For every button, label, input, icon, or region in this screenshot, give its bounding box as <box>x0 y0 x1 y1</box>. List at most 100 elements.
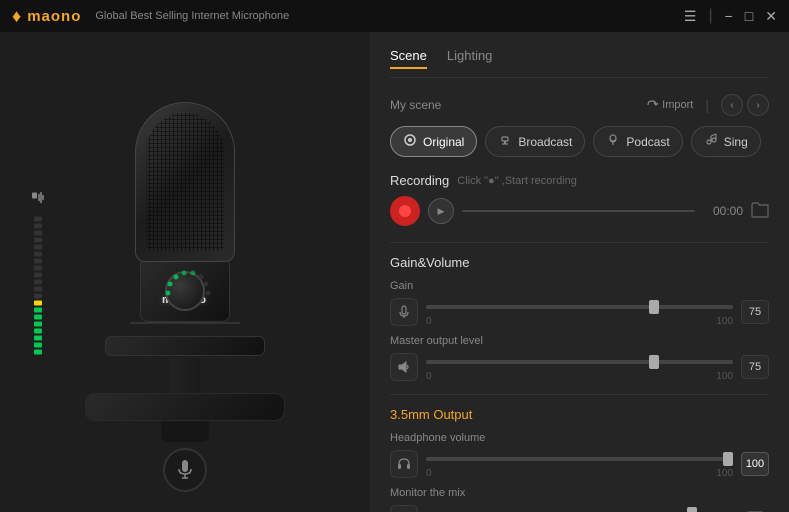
level-meter <box>30 190 46 355</box>
sing-icon <box>704 133 718 150</box>
level-bar <box>34 301 42 306</box>
nav-prev-button[interactable]: ‹ <box>721 94 743 116</box>
headphone-label: Headphone volume <box>390 432 769 444</box>
sing-label: Sing <box>724 135 748 149</box>
monitor-slider-container: 0 100 100 <box>390 503 769 512</box>
gain-slider[interactable] <box>426 305 733 309</box>
scene-controls: Import | ‹ › <box>646 94 769 116</box>
level-bar <box>34 245 42 250</box>
record-button[interactable] <box>390 196 420 226</box>
original-svg-icon <box>403 133 417 147</box>
play-button[interactable]: ▶ <box>428 198 454 224</box>
headphone-svg-icon <box>397 457 411 471</box>
tab-scene[interactable]: Scene <box>390 48 427 69</box>
master-output-range-labels: 0 100 <box>426 371 733 382</box>
tab-lighting[interactable]: Lighting <box>447 48 493 69</box>
level-bars <box>34 217 42 355</box>
level-bar <box>34 224 42 229</box>
output-title-highlight: Output <box>433 407 472 422</box>
nav-sep: | <box>705 97 709 113</box>
level-bar <box>34 280 42 285</box>
logo-icon: ♦ <box>12 6 21 27</box>
level-bar <box>34 350 42 355</box>
recording-time: 00:00 <box>703 204 743 218</box>
divider-1 <box>390 242 769 243</box>
original-label: Original <box>423 135 464 149</box>
headphone-value: 100 <box>741 452 769 476</box>
level-bar <box>34 231 42 236</box>
app-logo: ♦ maono Global Best Selling Internet Mic… <box>12 6 289 27</box>
headphone-slider-container: 0 100 100 <box>390 448 769 479</box>
level-bar <box>34 266 42 271</box>
preset-original[interactable]: Original <box>390 126 477 157</box>
gain-slider-row: Gain 0 100 <box>390 280 769 327</box>
preset-sing[interactable]: Sing <box>691 126 761 157</box>
headphone-icon <box>390 450 418 478</box>
broadcast-label: Broadcast <box>518 135 572 149</box>
level-bar <box>34 294 42 299</box>
import-button[interactable]: Import <box>646 99 693 111</box>
broadcast-svg-icon <box>498 133 512 147</box>
mic-gain-icon <box>397 305 411 319</box>
sep1: | <box>708 7 712 25</box>
recording-hint: Click "●" ,Start recording <box>457 175 577 187</box>
mic-knob[interactable] <box>165 271 205 311</box>
presets-row: Original Broadcast <box>390 126 769 157</box>
level-bar <box>34 273 42 278</box>
level-bar <box>34 217 42 222</box>
mic-capsule <box>135 102 235 262</box>
level-bar <box>34 287 42 292</box>
podcast-label: Podcast <box>626 135 669 149</box>
gain-track-wrap: 0 100 <box>426 296 733 327</box>
recording-label: Recording <box>390 173 449 188</box>
mic-mute-button[interactable] <box>163 448 207 492</box>
level-bar <box>34 308 42 313</box>
level-bar <box>34 322 42 327</box>
record-dot <box>399 205 411 217</box>
close-button[interactable]: ✕ <box>765 9 777 23</box>
speaker-icon <box>397 360 411 374</box>
preset-broadcast[interactable]: Broadcast <box>485 126 585 157</box>
monitor-screen-button[interactable] <box>741 507 769 512</box>
right-panel: Scene Lighting My scene Import | ‹ › <box>370 32 789 512</box>
recording-folder-button[interactable] <box>751 202 769 221</box>
gain-slider-container: 0 100 75 <box>390 296 769 327</box>
level-bar <box>34 315 42 320</box>
podcast-svg-icon <box>606 133 620 147</box>
gain-range-labels: 0 100 <box>426 316 733 327</box>
output-section: 3.5mm Output Headphone volume <box>390 407 769 512</box>
broadcast-icon <box>498 133 512 150</box>
level-bar <box>34 336 42 341</box>
titlebar: ♦ maono Global Best Selling Internet Mic… <box>0 0 789 32</box>
monitor-icon <box>390 505 418 512</box>
podcast-icon <box>606 133 620 150</box>
level-meter-icon <box>30 190 46 209</box>
output-title: 3.5mm Output <box>390 407 769 422</box>
gain-value: 75 <box>741 300 769 324</box>
monitor-value: 100 <box>705 507 733 512</box>
app-subtitle: Global Best Selling Internet Microphone <box>95 10 289 22</box>
headphone-slider[interactable] <box>426 457 733 461</box>
recording-progress-bar <box>462 210 695 212</box>
top-tabs: Scene Lighting <box>390 48 769 78</box>
recording-header: Recording Click "●" ,Start recording <box>390 173 769 188</box>
microphone-display: maono <box>55 62 315 482</box>
master-output-icon <box>390 353 418 381</box>
master-output-slider[interactable] <box>426 360 733 364</box>
minimize-button[interactable]: − <box>725 9 733 23</box>
nav-next-button[interactable]: › <box>747 94 769 116</box>
import-icon <box>646 99 658 111</box>
preset-podcast[interactable]: Podcast <box>593 126 682 157</box>
mic-mesh <box>146 113 224 251</box>
left-panel: maono <box>0 32 370 512</box>
headphone-slider-row: Headphone volume 0 100 <box>390 432 769 479</box>
window-controls: ☰ | − □ ✕ <box>684 7 777 25</box>
level-bar <box>34 329 42 334</box>
headphone-range-labels: 0 100 <box>426 468 733 479</box>
monitor-slider-row: Monitor the mix 0 100 <box>390 487 769 512</box>
maximize-button[interactable]: □ <box>745 9 753 23</box>
master-output-slider-container: 0 100 75 <box>390 351 769 382</box>
menu-icon[interactable]: ☰ <box>684 9 697 23</box>
logo-text: maono <box>27 8 81 25</box>
scene-header: My scene Import | ‹ › <box>390 94 769 116</box>
